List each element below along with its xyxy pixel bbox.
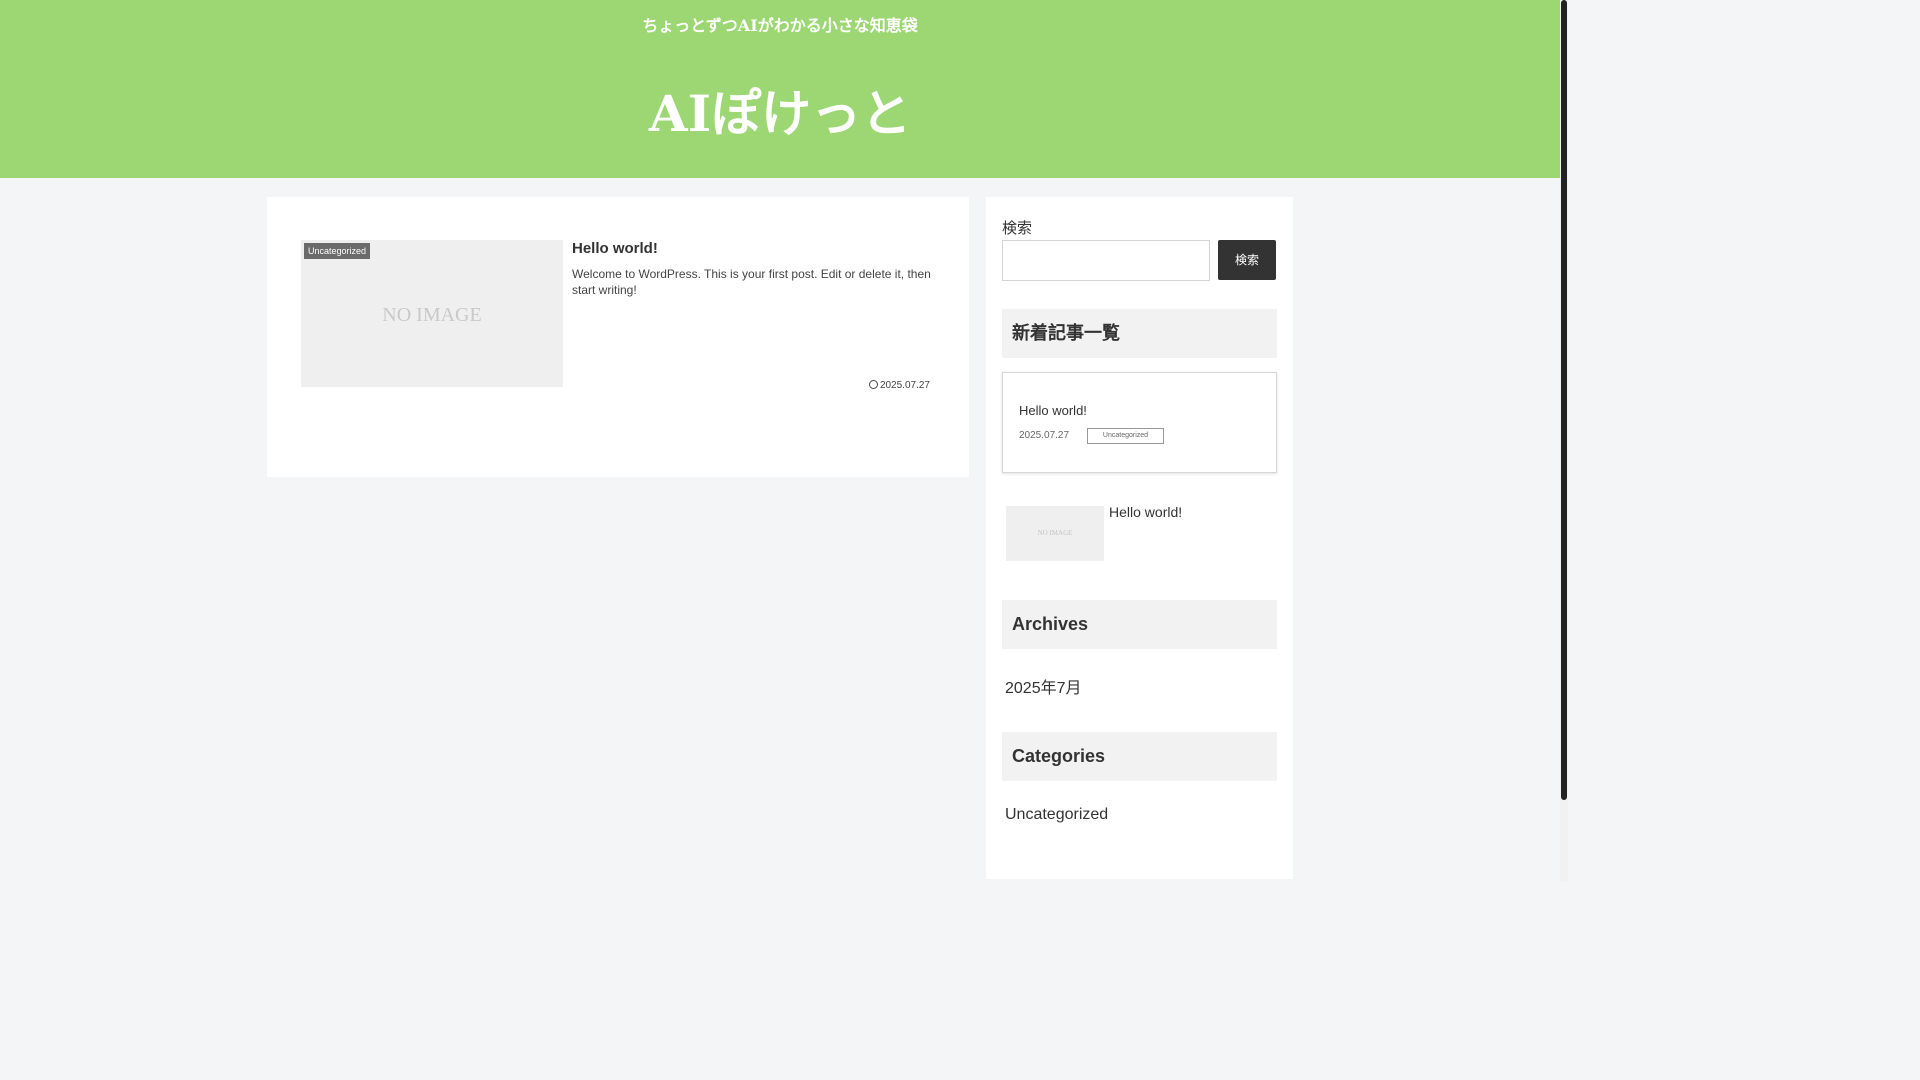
site-tagline: ちょっとずつAIがわかる小さな知恵袋 <box>642 16 918 35</box>
categories-heading: Categories <box>1002 732 1277 781</box>
post-excerpt: Welcome to WordPress. This is your first… <box>572 267 931 297</box>
sidebar: 検索 検索 新着記事一覧 Hello world! 2025.07.27 Unc… <box>986 197 1293 879</box>
category-label: Uncategorized <box>304 243 371 259</box>
archive-link[interactable]: 2025年7月 <box>1005 674 1082 698</box>
post-thumbnail[interactable]: NO IMAGE Uncategorized <box>301 240 563 387</box>
site-header: ちょっとずつAIがわかる小さな知恵袋 AIぽけっと <box>0 0 1560 178</box>
list-item-thumbnail[interactable]: NO IMAGE <box>1006 506 1104 561</box>
search-button[interactable]: 検索 <box>1218 240 1276 280</box>
search-input[interactable] <box>1002 240 1210 281</box>
search-label: 検索 <box>1002 220 1033 237</box>
list-item-title[interactable]: Hello world! <box>1109 504 1182 520</box>
category-link[interactable]: Uncategorized <box>1005 806 1108 824</box>
scrollbar-thumb[interactable] <box>1561 0 1567 800</box>
post-title[interactable]: Hello world! <box>572 240 658 257</box>
new-post-title[interactable]: Hello world! <box>1019 403 1087 418</box>
post-date-text: 2025.07.27 <box>879 380 930 391</box>
no-image-text: NO IMAGE <box>382 304 482 326</box>
clock-icon <box>868 380 878 389</box>
main-content: NO IMAGE Uncategorized Hello world! Welc… <box>267 197 969 477</box>
new-post-date: 2025.07.27 <box>1019 430 1070 441</box>
new-posts-heading: 新着記事一覧 <box>1002 309 1277 358</box>
post-date: 2025.07.27 <box>868 380 930 391</box>
site-title-link[interactable]: AIぽけっと <box>0 74 1560 146</box>
new-post-card[interactable]: Hello world! 2025.07.27 Uncategorized <box>1002 372 1277 473</box>
archives-heading: Archives <box>1002 600 1277 649</box>
new-post-category[interactable]: Uncategorized <box>1087 428 1164 444</box>
